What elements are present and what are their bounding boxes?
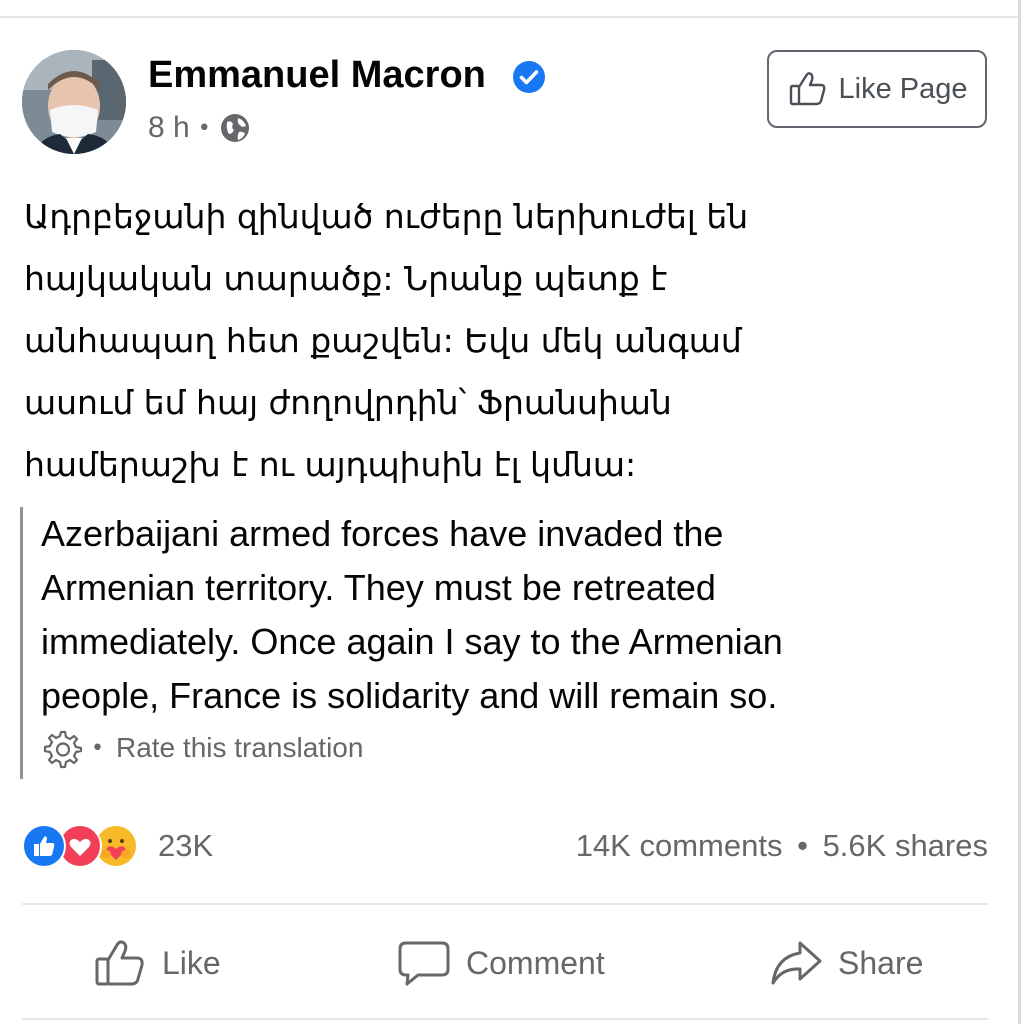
like-button[interactable]: Like	[92, 925, 221, 1001]
reactions-row: 23K 14K comments • 5.6K shares	[22, 822, 988, 870]
thumbs-up-icon	[95, 940, 144, 986]
post-header: Emmanuel Macron 8 h • Like Page	[22, 50, 997, 160]
engagement-summary: 14K comments • 5.6K shares	[576, 828, 988, 864]
reaction-icons[interactable]	[22, 822, 152, 870]
armenian-line: անհապաղ հետ քաշվեն: Եվս մեկ անգամ	[24, 321, 742, 360]
translation-line: Armenian territory. They must be retreat…	[41, 567, 716, 608]
post-actions: Like Comment Share	[22, 925, 988, 1001]
globe-icon	[220, 114, 249, 142]
armenian-line: հայկական տարածք: Նրանք պետք է	[24, 259, 668, 298]
bottom-divider	[22, 1018, 988, 1020]
shares-count[interactable]: 5.6K shares	[823, 828, 988, 863]
rate-separator: •	[91, 735, 104, 761]
top-divider	[0, 16, 1021, 18]
comments-count[interactable]: 14K comments	[576, 828, 783, 863]
thumbs-up-icon	[789, 72, 825, 106]
author-name[interactable]: Emmanuel Macron	[148, 54, 486, 97]
gear-icon	[43, 730, 83, 769]
rate-translation-link[interactable]: Rate this translation	[116, 732, 363, 764]
rate-translation-row[interactable]: • Rate this translation	[41, 727, 363, 769]
armenian-line: ասում եմ հայ ժողովրդին՝ Ֆրանսիան	[24, 383, 672, 422]
post-meta: 8 h •	[148, 110, 251, 146]
comment-label: Comment	[466, 944, 605, 981]
meta-separator: •	[197, 115, 211, 141]
actions-divider	[22, 903, 988, 905]
armenian-line: համերաշխ է ու այդպիսին էլ կմնա:	[24, 445, 637, 484]
share-label: Share	[838, 944, 924, 981]
engagement-separator: •	[797, 828, 808, 863]
comment-button[interactable]: Comment	[396, 925, 605, 1001]
like-page-button[interactable]: Like Page	[767, 50, 987, 128]
avatar[interactable]	[22, 50, 126, 154]
like-reaction-icon	[22, 824, 66, 868]
share-button[interactable]: Share	[768, 925, 923, 1001]
translation-text: Azerbaijani armed forces have invaded th…	[41, 507, 941, 723]
comment-icon	[398, 941, 450, 986]
translation-block: Azerbaijani armed forces have invaded th…	[20, 507, 963, 779]
avatar-photo	[22, 50, 126, 154]
post-text-armenian: Ադրբեջանի զինված ուժերը ներխուժել են հայ…	[24, 186, 954, 496]
reactions-count[interactable]: 23K	[158, 828, 213, 864]
like-page-label: Like Page	[838, 72, 968, 105]
translation-line: people, France is solidarity and will re…	[41, 675, 778, 716]
share-icon	[771, 941, 822, 985]
translation-line: immediately. Once again I say to the Arm…	[41, 621, 783, 662]
armenian-line: Ադրբեջանի զինված ուժերը ներխուժել են	[24, 197, 749, 236]
translation-line: Azerbaijani armed forces have invaded th…	[41, 513, 724, 554]
like-label: Like	[162, 944, 221, 981]
post-timestamp[interactable]: 8 h	[148, 111, 190, 145]
verified-badge-icon	[513, 61, 545, 93]
